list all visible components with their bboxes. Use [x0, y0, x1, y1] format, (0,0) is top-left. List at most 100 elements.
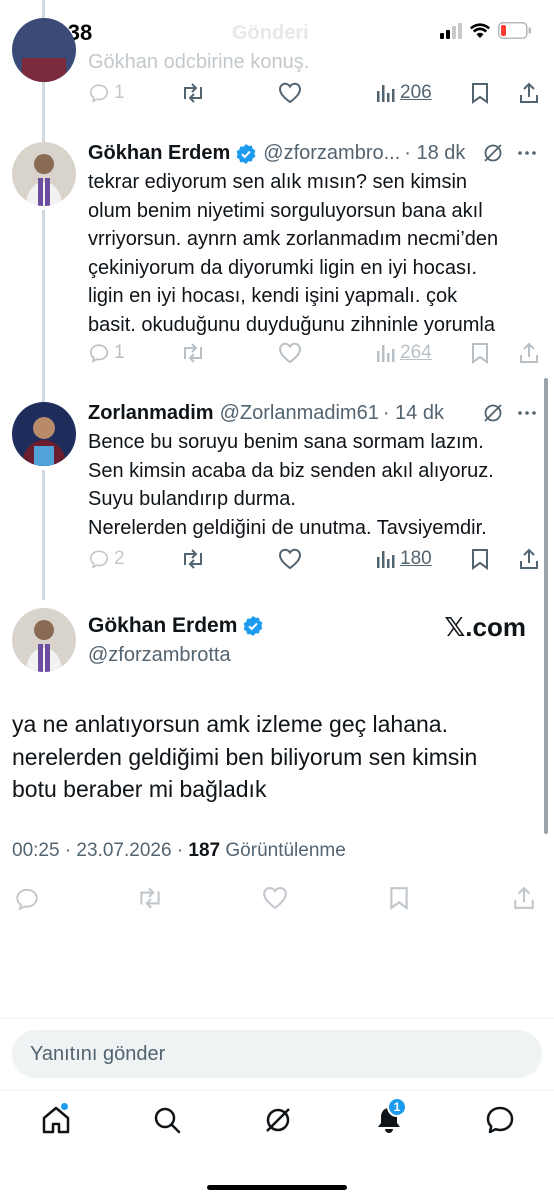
- like-button[interactable]: [262, 886, 288, 910]
- display-name[interactable]: Gökhan Erdem: [88, 614, 237, 638]
- reply-button[interactable]: 2: [88, 548, 125, 570]
- views-count: 187: [188, 840, 221, 861]
- handle[interactable]: @zforzambro...: [263, 142, 400, 165]
- views-button[interactable]: 180: [376, 548, 432, 570]
- home-unread-dot: [60, 1102, 69, 1111]
- like-button[interactable]: [278, 342, 302, 364]
- share-icon: [520, 82, 538, 103]
- tweet-header: Zorlanmadim @Zorlanmadim61 · 14 dk: [88, 402, 444, 425]
- views-count: 180: [400, 548, 432, 569]
- reply-input[interactable]: Yanıtını gönder: [12, 1030, 542, 1078]
- tweet-line: botu beraber mi bağladık: [12, 776, 267, 802]
- main-author: Gökhan Erdem: [88, 614, 264, 638]
- partial-tweet-actions: 1 206: [88, 82, 542, 112]
- grok-icon[interactable]: [482, 142, 504, 164]
- status-icons: [440, 22, 532, 39]
- retweet-button[interactable]: [180, 82, 206, 104]
- views-icon: [377, 551, 395, 568]
- notification-badge: 1: [387, 1097, 407, 1117]
- like-icon: [278, 82, 302, 104]
- retweet-icon: [184, 549, 202, 569]
- views-button[interactable]: 206: [376, 82, 432, 104]
- avatar[interactable]: [12, 608, 76, 672]
- reply-placeholder: Yanıtını gönder: [30, 1042, 166, 1065]
- share-button[interactable]: [518, 548, 540, 570]
- tweet-text: Bence bu soruyu benim sana sormam lazım.…: [88, 428, 538, 542]
- like-button[interactable]: [278, 82, 302, 104]
- avatar[interactable]: [12, 142, 76, 206]
- retweet-button[interactable]: [136, 886, 164, 910]
- reply-count: 1: [114, 82, 125, 103]
- tweet-line: olum benim niyetimi sorguluyorsun bana a…: [88, 199, 483, 222]
- views-count: 264: [400, 342, 432, 363]
- views-label: Görüntülenme: [220, 840, 346, 861]
- reply-icon: [89, 550, 109, 569]
- reply-button[interactable]: 1: [88, 342, 125, 364]
- display-name[interactable]: Zorlanmadim: [88, 402, 214, 425]
- reply-button[interactable]: [14, 886, 40, 912]
- reply-count: 2: [114, 548, 125, 569]
- thread-connector: [42, 82, 45, 142]
- timestamp[interactable]: 00:25 · 23.07.2026 ·: [12, 840, 188, 861]
- views-button[interactable]: 264: [376, 342, 432, 364]
- reply-count: 1: [114, 342, 125, 363]
- like-icon: [263, 886, 287, 910]
- verified-icon: [242, 615, 264, 637]
- home-indicator: [207, 1185, 347, 1190]
- tweet-header: Gökhan Erdem @zforzambro... · 18 dk: [88, 142, 465, 165]
- share-icon: [520, 342, 538, 363]
- tweet-header-icons: [482, 142, 538, 164]
- tweet-line: ligin en iyi hocası, kendi işini yapmalı…: [88, 285, 458, 307]
- timestamp[interactable]: · 18 dk: [404, 142, 465, 165]
- share-button[interactable]: [512, 886, 536, 910]
- handle[interactable]: @zforzambrotta: [88, 644, 231, 667]
- tweet-text: tekrar ediyorum sen alık mısın? sen kims…: [88, 168, 538, 339]
- tab-grok[interactable]: [262, 1104, 294, 1141]
- more-icon[interactable]: [516, 142, 538, 164]
- search-icon: [154, 1107, 181, 1134]
- main-tweet-actions: [12, 886, 542, 916]
- retweet-button[interactable]: [180, 548, 206, 570]
- partial-tweet-text: Gökhan odcbirine konuş.: [88, 51, 310, 73]
- divider: [0, 1018, 554, 1019]
- reply-icon: [89, 344, 109, 363]
- tab-home[interactable]: [40, 1102, 72, 1141]
- avatar-partial[interactable]: [12, 18, 76, 82]
- grok-icon[interactable]: [482, 402, 504, 424]
- verified-icon: [235, 143, 257, 165]
- tweet-actions: 1 264: [88, 342, 542, 372]
- like-icon: [278, 548, 302, 570]
- retweet-button[interactable]: [180, 342, 206, 364]
- reply-icon: [16, 888, 38, 911]
- divider: [0, 1090, 554, 1091]
- tweet-line: vrriyorsun. aynrn amk zorlanmadım necmi’…: [88, 228, 499, 250]
- handle[interactable]: @Zorlanmadim61: [220, 402, 379, 425]
- wifi-icon: [470, 22, 490, 38]
- tab-notifications[interactable]: 1: [373, 1097, 407, 1141]
- source-badge: 𝕏.com: [444, 612, 526, 642]
- scrollbar[interactable]: [544, 378, 548, 834]
- tweet-header-icons: [482, 402, 538, 424]
- tweet-meta: 00:25 · 23.07.2026 · 187 Görüntülenme: [12, 840, 346, 862]
- display-name[interactable]: Gökhan Erdem: [88, 142, 230, 165]
- reply-button[interactable]: 1: [88, 82, 125, 104]
- tweet-line: Nerelerden geldiğini de unutma. Tavsiyem…: [88, 516, 487, 539]
- tab-search[interactable]: [151, 1104, 183, 1141]
- bookmark-button[interactable]: [470, 82, 490, 104]
- bookmark-button[interactable]: [470, 548, 490, 570]
- like-button[interactable]: [278, 548, 302, 570]
- avatar[interactable]: [12, 402, 76, 466]
- more-icon[interactable]: [516, 402, 538, 424]
- views-icon: [377, 85, 395, 102]
- timestamp[interactable]: · 14 dk: [383, 402, 444, 425]
- tab-messages[interactable]: [484, 1104, 516, 1141]
- thread-connector: [42, 0, 45, 18]
- bookmark-button[interactable]: [470, 342, 490, 364]
- share-button[interactable]: [518, 82, 540, 104]
- share-button[interactable]: [518, 342, 540, 364]
- bookmark-button[interactable]: [388, 886, 410, 910]
- views-icon: [377, 345, 395, 362]
- bottom-tab-bar: 1: [0, 1096, 554, 1146]
- grok-icon: [266, 1108, 290, 1132]
- signal-icon: [440, 22, 462, 39]
